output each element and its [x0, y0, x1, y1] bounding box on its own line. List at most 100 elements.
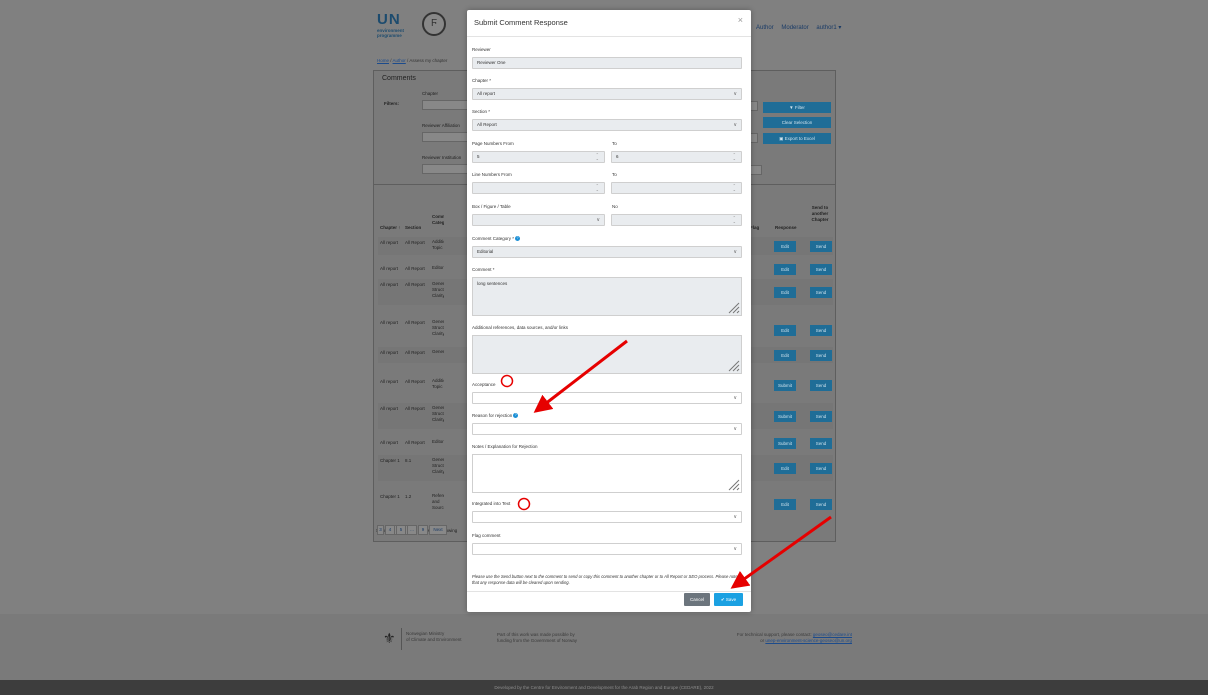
norway-crest-icon: ⚜ [383, 630, 396, 646]
pager-5[interactable]: 5 [396, 525, 406, 535]
row-response-button[interactable]: Edit [774, 263, 796, 275]
reason-for-rejection-label: Reason for rejection? [472, 413, 519, 419]
close-icon[interactable]: × [738, 15, 743, 25]
reason-for-rejection-select[interactable]: ∨ [472, 423, 742, 435]
breadcrumb-current: Assess my chapter [409, 58, 448, 63]
nav-moderator[interactable]: Moderator [781, 25, 808, 31]
flag-comment-select[interactable]: ∨ [472, 543, 742, 555]
chevron-down-icon: ∨ [733, 249, 737, 255]
pager-3[interactable]: 3 [377, 525, 384, 535]
support-email-cedare[interactable]: geoseo@cedare.int [813, 632, 852, 637]
cell-section: All Report [405, 350, 425, 355]
row-send-button[interactable]: Send [810, 349, 832, 361]
filter-select-right-1[interactable] [750, 101, 758, 111]
pager-4[interactable]: 4 [385, 525, 395, 535]
submit-comment-response-modal: Submit Comment Response × Reviewer Revie… [467, 10, 751, 612]
box-figure-table-select[interactable]: ∨ [472, 214, 605, 226]
row-response-button[interactable]: Edit [774, 324, 796, 336]
cell-section: All Report [405, 379, 425, 384]
row-response-button[interactable]: Submit [774, 410, 796, 422]
col-section[interactable]: Section [405, 225, 421, 231]
chevron-down-icon: ∨ [733, 395, 737, 401]
reviewer-institution-select[interactable] [422, 164, 468, 174]
row-send-button[interactable]: Send [810, 263, 832, 275]
col-flag[interactable]: Flag [750, 225, 759, 231]
filter-select-right-3[interactable] [750, 165, 762, 175]
row-response-button[interactable]: Submit [774, 379, 796, 391]
acceptance-select[interactable]: ∨ [472, 392, 742, 404]
row-response-button[interactable]: Edit [774, 498, 796, 510]
col-comment-category[interactable]: Comment Category [432, 214, 444, 226]
chevron-down-icon: ∨ [733, 514, 737, 520]
breadcrumb-home[interactable]: Home [377, 58, 389, 63]
integrated-into-text-select[interactable]: ∨ [472, 511, 742, 523]
clear-selection-button[interactable]: Clear Selection [763, 117, 831, 128]
support-email-unep[interactable]: unep-environment-science-geoseo@un.org [765, 638, 852, 643]
pager-9[interactable]: 9 [418, 525, 428, 535]
notes-rejection-textarea[interactable] [472, 454, 742, 493]
resize-grip-icon[interactable] [726, 358, 740, 372]
chapter-select[interactable]: All report ∨ [472, 88, 742, 100]
comment-textarea[interactable]: long sentences [472, 277, 742, 316]
resize-grip-icon[interactable] [726, 477, 740, 491]
row-send-button[interactable]: Send [810, 286, 832, 298]
un-environment-logo: UN environment programme [377, 11, 405, 38]
comment-label: Comment * [472, 267, 495, 272]
spinner-icon[interactable]: ⌃ ⌄ [733, 184, 736, 192]
page-to-input[interactable]: 6 ⌃ ⌄ [611, 151, 742, 163]
cell-section: All Report [405, 266, 425, 271]
reviewer-field: Reviewer One [472, 57, 742, 69]
col-response[interactable]: Response [775, 225, 797, 231]
row-response-button[interactable]: Edit [774, 286, 796, 298]
chevron-down-icon: ∨ [733, 426, 737, 432]
export-excel-button[interactable]: ▣ Export to Excel [763, 133, 831, 144]
info-icon[interactable]: ? [513, 413, 519, 419]
cell-category: General Structure Clarity [432, 281, 444, 298]
spinner-icon[interactable]: ⌃ ⌄ [596, 184, 599, 192]
row-send-button[interactable]: Send [810, 462, 832, 474]
row-send-button[interactable]: Send [810, 437, 832, 449]
filter-select-right-2[interactable] [750, 133, 758, 143]
row-response-button[interactable]: Edit [774, 462, 796, 474]
col-send-to-chapter[interactable]: Send to another Chapter [806, 205, 834, 223]
cell-section: All Report [405, 440, 425, 445]
cell-chapter: All report [380, 440, 399, 445]
row-response-button[interactable]: Submit [774, 437, 796, 449]
breadcrumb-author[interactable]: Author [393, 58, 406, 63]
nav-user-menu[interactable]: author1 ▾ [816, 25, 841, 31]
row-send-button[interactable]: Send [810, 498, 832, 510]
cell-category: References and Sources [432, 493, 444, 510]
chapter-label: Chapter * [472, 78, 492, 83]
spinner-icon[interactable]: ⌃ ⌄ [596, 153, 599, 161]
spinner-icon[interactable]: ⌃ ⌄ [733, 153, 736, 161]
row-send-button[interactable]: Send [810, 379, 832, 391]
row-send-button[interactable]: Send [810, 240, 832, 252]
row-send-button[interactable]: Send [810, 410, 832, 422]
resize-grip-icon[interactable] [726, 300, 740, 314]
modal-title: Submit Comment Response [474, 18, 568, 27]
funding-note: Part of this work was made possible by fu… [497, 632, 578, 643]
row-response-button[interactable]: Edit [774, 349, 796, 361]
reviewer-affiliation-select[interactable] [422, 132, 468, 142]
line-from-input[interactable]: ⌃ ⌄ [472, 182, 605, 194]
chevron-down-icon: ∨ [596, 217, 600, 223]
row-send-button[interactable]: Send [810, 324, 832, 336]
box-number-input[interactable]: ⌃ ⌄ [611, 214, 742, 226]
chapter-filter-select[interactable] [422, 100, 468, 110]
col-chapter[interactable]: Chapter ↑ [380, 225, 401, 231]
info-icon[interactable]: ? [515, 236, 521, 242]
additional-references-textarea[interactable] [472, 335, 742, 374]
save-button[interactable]: ✔ Save [714, 593, 743, 606]
row-response-button[interactable]: Edit [774, 240, 796, 252]
comment-category-select[interactable]: Editorial ∨ [472, 246, 742, 258]
cancel-button[interactable]: Cancel [684, 593, 710, 606]
page-from-input[interactable]: 5 ⌃ ⌄ [472, 151, 605, 163]
filter-button[interactable]: ▼ Filter [763, 102, 831, 113]
spinner-icon[interactable]: ⌃ ⌄ [733, 216, 736, 224]
pager-next[interactable]: Next [429, 525, 447, 535]
cell-section: 8.1 [405, 458, 412, 463]
line-to-input[interactable]: ⌃ ⌄ [611, 182, 742, 194]
cell-section: All Report [405, 240, 425, 245]
section-select[interactable]: All Report ∨ [472, 119, 742, 131]
nav-author[interactable]: Author [756, 25, 774, 31]
